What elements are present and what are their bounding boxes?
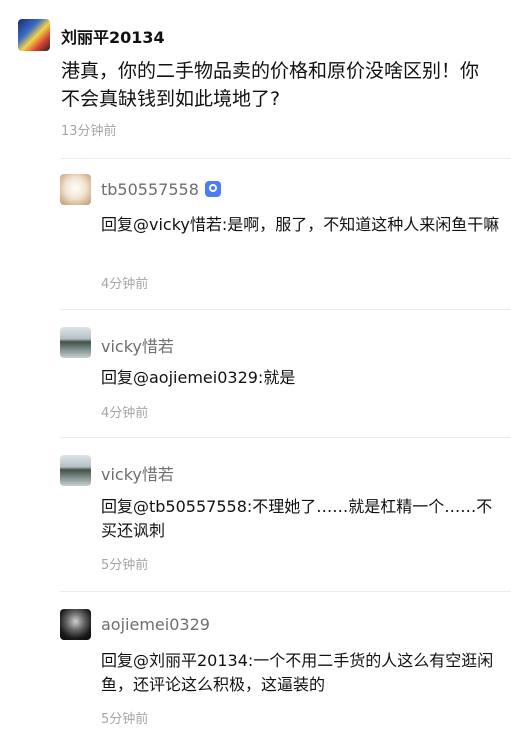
avatar[interactable] (60, 609, 91, 640)
reply-time: 5分钟前 (101, 712, 149, 727)
reply-text: 回复@刘丽平20134:一个不用二手货的人这么有空逛闲鱼，还评论这么积极，这逼装… (101, 651, 494, 694)
comment-author[interactable]: 刘丽平20134 (61, 24, 165, 48)
reply-author[interactable]: vicky惜若 (101, 461, 174, 485)
reply-item: vicky惜若 回复@aojiemei0329:就是 4分钟前 (60, 309, 511, 438)
comment-time: 13分钟前 (61, 124, 117, 139)
reply-time: 4分钟前 (101, 277, 149, 292)
reply-item: aojiemei0329 回复@刘丽平20134:一个不用二手货的人这么有空逛闲… (60, 591, 511, 741)
reply-author[interactable]: vicky惜若 (101, 333, 174, 357)
reply-author[interactable]: aojiemei0329 (101, 615, 210, 634)
verified-badge-icon (204, 181, 221, 197)
reply-text: 回复@vicky惜若:是啊，服了，不知道这种人来闲鱼干嘛 (101, 215, 500, 234)
reply-item: tb50557558 回复@vicky惜若:是啊，服了，不知道这种人来闲鱼干嘛 … (60, 158, 511, 309)
avatar[interactable] (60, 327, 91, 358)
reply-text: 回复@tb50557558:不理她了……就是杠精一个……不买还讽刺 (101, 497, 493, 540)
avatar[interactable] (60, 455, 91, 486)
reply-author[interactable]: tb50557558 (101, 180, 199, 199)
reply-time: 4分钟前 (101, 406, 149, 421)
reply-text: 回复@aojiemei0329:就是 (101, 368, 296, 387)
avatar[interactable] (18, 19, 50, 51)
reply-author-row: tb50557558 (101, 180, 221, 199)
reply-time: 5分钟前 (101, 558, 149, 573)
avatar[interactable] (60, 174, 91, 205)
comment-text: 港真，你的二手物品卖的价格和原价没啥区别！你不会真缺钱到如此境地了? (61, 60, 480, 110)
reply-item: vicky惜若 回复@tb50557558:不理她了……就是杠精一个……不买还讽… (60, 437, 511, 591)
